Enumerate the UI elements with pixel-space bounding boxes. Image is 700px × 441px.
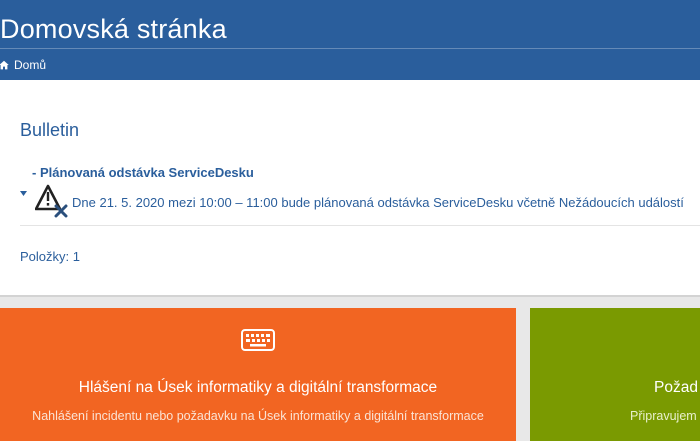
bulletin-divider: [20, 225, 700, 226]
page-title: Domovská stránka: [0, 14, 227, 44]
tile-description: Připravujem: [630, 409, 697, 423]
caret-down-icon[interactable]: [20, 191, 27, 196]
tile-report-it-department[interactable]: Hlášení na Úsek informatiky a digitální …: [0, 308, 516, 441]
bulletin-title: Bulletin: [20, 120, 80, 140]
bulletin-item-text: Dne 21. 5. 2020 mezi 10:00 – 11:00 bude …: [72, 195, 684, 210]
header-divider: [0, 48, 700, 49]
tile-title: Požad: [654, 379, 698, 396]
tile-requests[interactable]: Požad Připravujem: [530, 308, 700, 441]
tile-title: Hlášení na Úsek informatiky a digitální …: [78, 379, 438, 396]
breadcrumb-home-link[interactable]: Domů: [14, 58, 46, 72]
keyboard-icon: [241, 329, 275, 351]
tile-description: Nahlášení incidentu nebo požadavku na Ús…: [32, 409, 484, 423]
bulletin-item-title[interactable]: - Plánovaná odstávka ServiceDesku: [32, 165, 254, 180]
bulletin-panel: Bulletin - Plánovaná odstávka ServiceDes…: [0, 80, 700, 297]
page-header: Domovská stránka Domů: [0, 0, 700, 80]
page: Domovská stránka Domů Bulletin - Plánova…: [0, 0, 700, 441]
warning-cross-icon: [35, 184, 69, 218]
bulletin-items-count: Položky: 1: [20, 249, 80, 264]
home-icon[interactable]: [0, 60, 9, 70]
breadcrumb: Domů: [0, 58, 46, 72]
